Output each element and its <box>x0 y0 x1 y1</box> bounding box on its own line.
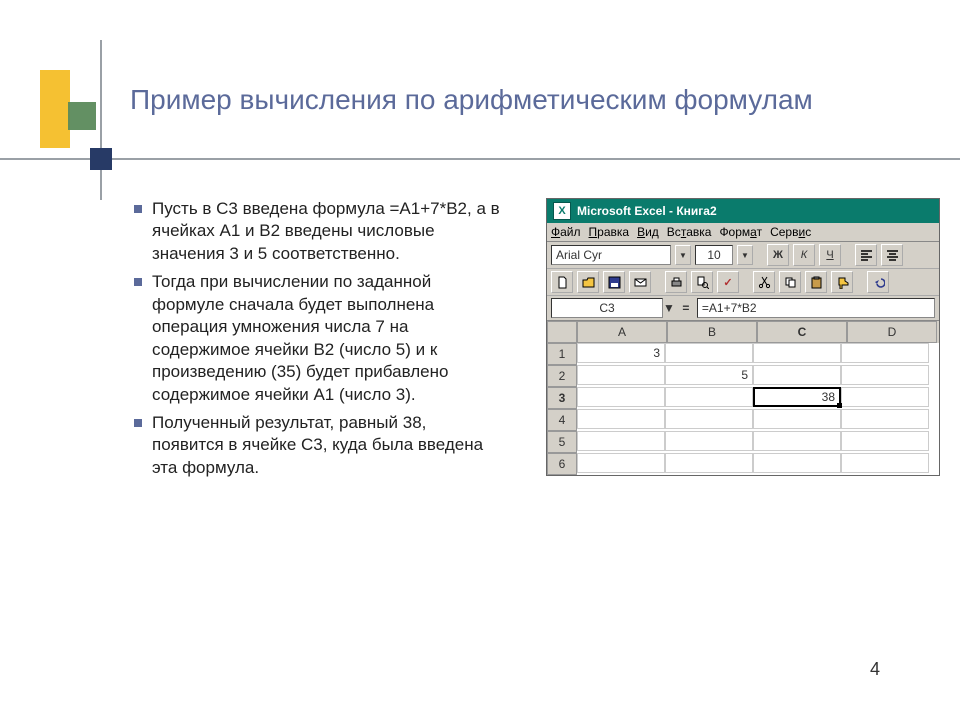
name-box-dropdown-icon[interactable]: ▼ <box>663 301 675 315</box>
select-all-corner[interactable] <box>547 321 577 343</box>
bullet-item: Пусть в С3 введена формула =А1+7*В2, а в… <box>130 198 500 265</box>
cell[interactable] <box>841 453 929 473</box>
cell[interactable] <box>577 365 665 385</box>
bullet-list: Пусть в С3 введена формула =А1+7*В2, а в… <box>130 198 500 479</box>
excel-screenshot: X Microsoft Excel - Книга2 Файл Правка Вид… <box>546 198 940 476</box>
cell[interactable] <box>577 409 665 429</box>
new-file-icon[interactable] <box>551 271 573 293</box>
cell[interactable] <box>753 453 841 473</box>
bold-button[interactable]: Ж <box>767 244 789 266</box>
cell[interactable] <box>753 343 841 363</box>
cell[interactable] <box>665 387 753 407</box>
cell[interactable] <box>841 409 929 429</box>
page-number: 4 <box>870 659 880 680</box>
cell[interactable] <box>577 431 665 451</box>
excel-formula-bar: C3 ▼ = =A1+7*B2 <box>547 296 939 321</box>
underline-button[interactable]: Ч <box>819 244 841 266</box>
cell[interactable]: 5 <box>665 365 753 385</box>
column-header[interactable]: D <box>847 321 937 343</box>
bullet-item: Тогда при вычислении по заданной формуле… <box>130 271 500 406</box>
row-header[interactable]: 4 <box>547 409 577 431</box>
open-file-icon[interactable] <box>577 271 599 293</box>
undo-icon[interactable] <box>867 271 889 293</box>
font-size-field[interactable]: 10 <box>695 245 733 265</box>
print-icon[interactable] <box>665 271 687 293</box>
cell[interactable] <box>665 453 753 473</box>
cell[interactable] <box>753 365 841 385</box>
column-header[interactable]: A <box>577 321 667 343</box>
copy-icon[interactable] <box>779 271 801 293</box>
formula-equals-icon: = <box>675 301 697 315</box>
print-preview-icon[interactable] <box>691 271 713 293</box>
row-header[interactable]: 1 <box>547 343 577 365</box>
formula-field[interactable]: =A1+7*B2 <box>697 298 935 318</box>
bullet-item: Полученный результат, равный 38, появитс… <box>130 412 500 479</box>
menu-item[interactable]: Вставка <box>667 225 712 239</box>
cell[interactable] <box>753 431 841 451</box>
font-size-dropdown-icon[interactable]: ▼ <box>737 245 753 265</box>
excel-app-icon: X <box>553 202 571 220</box>
column-header[interactable]: B <box>667 321 757 343</box>
spreadsheet-grid: ABCD1325338456 <box>547 321 939 475</box>
cell[interactable] <box>665 343 753 363</box>
column-header[interactable]: C <box>757 321 847 343</box>
menu-item[interactable]: Файл <box>551 225 581 239</box>
menu-item[interactable]: Формат <box>719 225 762 239</box>
format-painter-icon[interactable] <box>831 271 853 293</box>
cell[interactable] <box>841 431 929 451</box>
save-icon[interactable] <box>603 271 625 293</box>
cell[interactable] <box>665 431 753 451</box>
font-name-dropdown-icon[interactable]: ▼ <box>675 245 691 265</box>
cell[interactable] <box>577 387 665 407</box>
mail-icon[interactable] <box>629 271 651 293</box>
italic-button[interactable]: К <box>793 244 815 266</box>
row-header[interactable]: 5 <box>547 431 577 453</box>
cell[interactable] <box>577 453 665 473</box>
cell[interactable]: 38 <box>753 387 841 407</box>
cell[interactable] <box>841 343 929 363</box>
row-header[interactable]: 2 <box>547 365 577 387</box>
name-box[interactable]: C3 <box>551 298 663 318</box>
excel-menubar: Файл Правка Вид Вставка Формат Сервис <box>547 223 939 242</box>
cell[interactable] <box>665 409 753 429</box>
excel-standard-toolbar: ✓ <box>547 269 939 296</box>
cell[interactable] <box>753 409 841 429</box>
row-header[interactable]: 6 <box>547 453 577 475</box>
row-header[interactable]: 3 <box>547 387 577 409</box>
slide-title: Пример вычисления по арифметическим форм… <box>130 82 890 117</box>
cell[interactable] <box>841 365 929 385</box>
spellcheck-icon[interactable]: ✓ <box>717 271 739 293</box>
slide: Пример вычисления по арифметическим форм… <box>0 0 960 720</box>
cut-icon[interactable] <box>753 271 775 293</box>
paste-icon[interactable] <box>805 271 827 293</box>
excel-window-title: Microsoft Excel - Книга2 <box>577 204 717 218</box>
menu-item[interactable]: Вид <box>637 225 659 239</box>
align-left-icon[interactable] <box>855 244 877 266</box>
excel-format-toolbar: Arial Cyr ▼ 10 ▼ Ж К Ч <box>547 242 939 269</box>
menu-item[interactable]: Сервис <box>770 225 811 239</box>
excel-titlebar: X Microsoft Excel - Книга2 <box>547 199 939 223</box>
menu-item[interactable]: Правка <box>589 225 630 239</box>
align-center-icon[interactable] <box>881 244 903 266</box>
slide-body: Пусть в С3 введена формула =А1+7*В2, а в… <box>130 198 940 485</box>
font-name-field[interactable]: Arial Cyr <box>551 245 671 265</box>
cell[interactable]: 3 <box>577 343 665 363</box>
cell[interactable] <box>841 387 929 407</box>
